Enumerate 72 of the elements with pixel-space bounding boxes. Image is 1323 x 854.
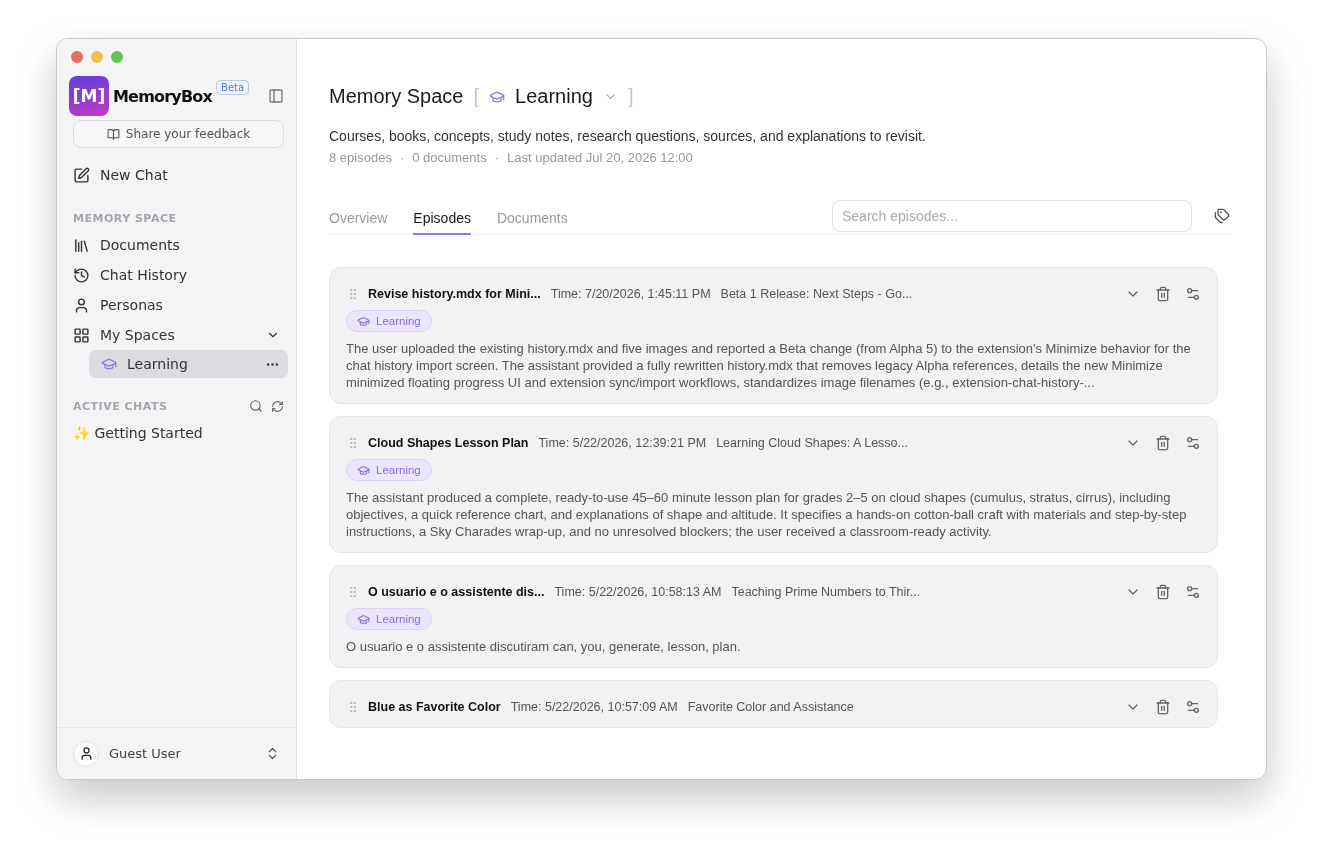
refresh-icon[interactable] xyxy=(271,399,284,413)
graduation-cap-icon xyxy=(101,356,117,372)
section-heading: MEMORY SPACE xyxy=(73,211,178,225)
app-name: MemoryBox xyxy=(113,86,213,106)
tag: Learning xyxy=(346,310,432,332)
episode-summary: O usuario e o assistente discutiram can, you, generate, lesson, plan. xyxy=(346,638,742,655)
separator-dot: · xyxy=(399,150,405,165)
bracket: ] xyxy=(627,85,634,108)
space-description: Courses, books, concepts, study notes, research questions, sources, and explanations to revisit. xyxy=(329,128,927,144)
sidebar-item[interactable]: My Spaces xyxy=(69,320,288,350)
compose-icon xyxy=(73,166,90,184)
beta-badge: Beta xyxy=(216,80,250,95)
episode-summary: The assistant produced a complete, ready-to-use 45–60 minute lesson plan for grades 2–5 on cloud shapes (cumulus, stratus, cirrus), including objectives, a quick reference chart, and explanations of shape and altitude. It specifies a hands-on cotton-ball craft with materials and step-by-step instructions, a Sky Charades wrap-up, and no unresolved blockers; the user received a classroom-ready activity. xyxy=(346,489,1188,540)
close-button[interactable] xyxy=(71,51,83,63)
episode-chat: Favorite Color and Assistance xyxy=(687,700,854,714)
tags-icon[interactable] xyxy=(1214,207,1230,224)
tag: Learning xyxy=(346,459,432,481)
episode-time: Time: 5/22/2026, 12:39:21 PM xyxy=(538,436,707,450)
sliders-icon[interactable] xyxy=(1185,286,1201,302)
episode-card[interactable] xyxy=(329,416,1218,553)
episode-card[interactable] xyxy=(329,267,1218,404)
bracket: [ xyxy=(473,85,480,108)
sidebar-item[interactable]: Learning xyxy=(89,350,288,378)
episode-card[interactable]: Blue as Favorite Color Time: 5/22/2026, 10:57:09 AM Favorite Color and Assistance xyxy=(329,680,1218,728)
sliders-icon[interactable] xyxy=(1185,435,1201,451)
trash-icon[interactable] xyxy=(1155,286,1171,302)
sidebar-item[interactable]: Documents xyxy=(69,230,288,260)
new-chat-item[interactable]: New Chat xyxy=(69,160,288,190)
episode-time: Time: 7/20/2026, 1:45:11 PM xyxy=(550,287,711,301)
episode-title: Revise history.mdx for Mini... xyxy=(368,287,541,301)
episode-chat: Learning Cloud Shapes: A Lesso... xyxy=(716,436,908,450)
separator-dot: · xyxy=(494,150,499,165)
search-icon[interactable] xyxy=(249,399,263,413)
sidebar-toggle-icon[interactable] xyxy=(268,88,284,104)
episode-title: Cloud Shapes Lesson Plan xyxy=(368,436,529,450)
avatar xyxy=(73,740,99,767)
book-icon xyxy=(106,127,120,141)
chat-item[interactable]: ✨ Getting Started xyxy=(69,418,288,448)
episode-time: Time: 5/22/2026, 10:57:09 AM xyxy=(510,700,678,714)
episode-title: Blue as Favorite Color xyxy=(368,700,501,714)
page-title: Memory Space xyxy=(329,85,464,108)
search-field[interactable]: Search episodes... xyxy=(832,199,1192,232)
feedback-button[interactable]: Share your feedback xyxy=(73,120,284,148)
app-logo: [M] xyxy=(69,76,109,116)
trash-icon[interactable] xyxy=(1155,435,1171,451)
user-name: Guest User xyxy=(109,746,182,761)
history-icon xyxy=(73,266,90,284)
tab[interactable]: Episodes xyxy=(413,196,471,235)
episode-time: Time: 5/22/2026, 10:58:13 AM xyxy=(554,585,722,599)
episode-summary: The user uploaded the existing history.mdx and five images and reported a Beta change (from Alpha 5) to the extension's Minimize behavior for the chat history import screen. The assistant provided a fully rewritten history.mdx that removes legacy Alpha references, details the new Minimize minimized floating progress UI and extension sync/import workflows, standardizes image filenames (e.g., extension-chat-history-... xyxy=(346,340,1192,391)
graduation-cap-icon xyxy=(357,463,370,477)
sliders-icon[interactable] xyxy=(1185,584,1201,600)
graduation-cap-icon xyxy=(357,314,370,328)
tag: Learning xyxy=(346,608,432,630)
section-heading: ACTIVE CHATS xyxy=(73,399,169,413)
episode-card[interactable]: O usuario e o assistente dis... Time: 5/22/2026, 10:58:13 AM Teaching Prime Numbers to Thir... Learning O usuario e o assistente discutiram can, you, generate, lesson, plan. xyxy=(329,565,1218,668)
graduation-cap-icon xyxy=(357,612,370,626)
sidebar-item[interactable]: Personas xyxy=(69,290,288,320)
trash-icon[interactable] xyxy=(1155,584,1171,600)
sliders-icon[interactable] xyxy=(1185,699,1201,715)
episode-chat: Teaching Prime Numbers to Thir... xyxy=(731,585,921,599)
sidebar-item[interactable]: Chat History xyxy=(69,260,288,290)
meta-text: Last updated Jul 20, 2026 12:00 xyxy=(507,150,693,165)
trash-icon[interactable] xyxy=(1155,699,1171,715)
episode-chat: Beta 1 Release: Next Steps - Go... xyxy=(720,287,913,301)
library-icon xyxy=(73,236,90,254)
space-selector[interactable]: Learning xyxy=(515,85,593,108)
meta-text: 8 episodes xyxy=(329,150,392,165)
grid-icon xyxy=(73,326,90,344)
meta-text: 0 documents xyxy=(412,150,487,165)
person-icon xyxy=(73,296,90,314)
episode-title: O usuario e o assistente dis... xyxy=(368,585,545,599)
